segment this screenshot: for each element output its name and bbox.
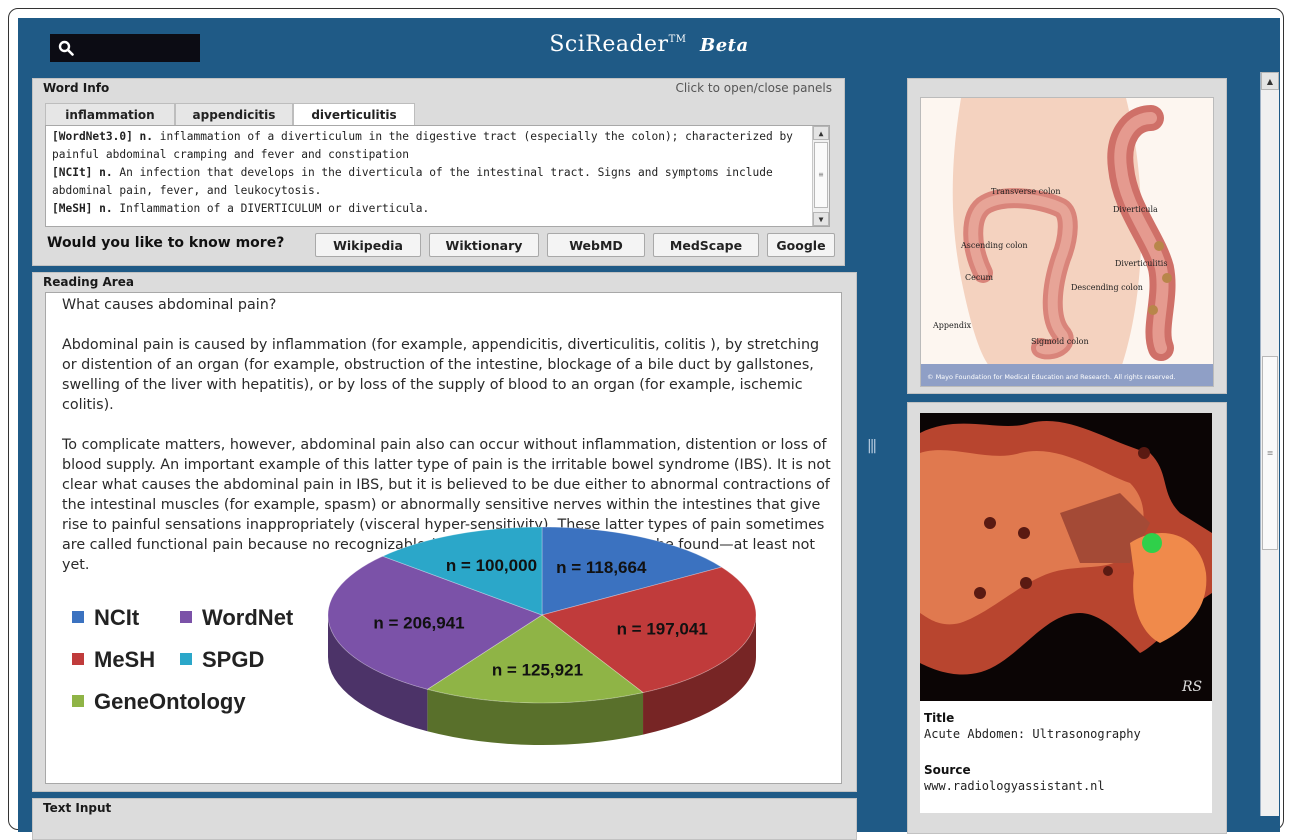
legend-swatch bbox=[72, 695, 84, 707]
scroll-up-arrow-icon[interactable]: ▲ bbox=[813, 126, 829, 140]
legend-swatch bbox=[180, 611, 192, 623]
image-watermark: RS bbox=[1181, 679, 1202, 695]
image-title-value: Acute Abdomen: Ultrasonography bbox=[924, 727, 1141, 741]
diagram-label: Ascending colon bbox=[960, 241, 1028, 250]
app-title: SciReaderTM Beta bbox=[18, 32, 1280, 57]
diagram-label: Cecum bbox=[965, 273, 993, 282]
diagram-label: Diverticulitis bbox=[1115, 259, 1167, 268]
legend-item-wordnet: WordNet bbox=[180, 605, 293, 631]
definition-box: [WordNet3.0] n. inflammation of a divert… bbox=[45, 125, 830, 227]
app-name: SciReader bbox=[549, 32, 669, 57]
legend-item-ncit: NCIt bbox=[72, 605, 139, 631]
pie-label-geneontology: n = 125,921 bbox=[492, 661, 583, 680]
definition-mesh: [MeSH] n. Inflammation of a DIVERTICULUM… bbox=[52, 202, 430, 215]
image-panel-colon: Transverse colon Diverticula Ascending c… bbox=[907, 78, 1227, 394]
tab-appendicitis[interactable]: appendicitis bbox=[175, 103, 293, 127]
image-caption: © Mayo Foundation for Medical Education … bbox=[927, 373, 1176, 381]
legend-item-mesh: MeSH bbox=[72, 647, 155, 673]
reading-area-title[interactable]: Reading Area bbox=[43, 275, 134, 289]
page-scrollbar[interactable]: ▲ ≡ bbox=[1260, 72, 1279, 816]
colon-illustration: Transverse colon Diverticula Ascending c… bbox=[921, 98, 1213, 386]
image-panel-ultrasound: RS Title Acute Abdomen: Ultrasonography … bbox=[907, 402, 1227, 834]
trademark: TM bbox=[668, 34, 687, 45]
text-input-title[interactable]: Text Input bbox=[43, 801, 111, 815]
page-scroll-up-icon[interactable]: ▲ bbox=[1261, 72, 1279, 90]
diagram-label: Descending colon bbox=[1071, 283, 1143, 292]
pie-label-spgd: n = 100,000 bbox=[446, 556, 537, 575]
image-title-label: Title bbox=[924, 711, 955, 725]
pie-label-ncit: n = 118,664 bbox=[556, 558, 647, 577]
definition-wordnet: [WordNet3.0] n. inflammation of a divert… bbox=[52, 130, 793, 161]
panel-resize-handle[interactable]: ||| bbox=[867, 438, 877, 454]
pie-label-mesh: n = 197,041 bbox=[617, 620, 708, 639]
definition-scrollbar[interactable]: ▲ ≡ ▼ bbox=[812, 126, 829, 226]
know-more-label: Would you like to know more? bbox=[47, 235, 285, 251]
wiktionary-button[interactable]: Wiktionary bbox=[429, 233, 539, 257]
google-button[interactable]: Google bbox=[767, 233, 835, 257]
ultrasound-image[interactable]: RS bbox=[920, 413, 1212, 701]
text-input-panel: Text Input bbox=[32, 798, 857, 840]
wikipedia-button[interactable]: Wikipedia bbox=[315, 233, 421, 257]
definition-ncit: [NCIt] n. An infection that develops in … bbox=[52, 166, 773, 197]
workspace: Word Info Click to open/close panels inf… bbox=[18, 72, 1280, 840]
page-scroll-thumb[interactable]: ≡ bbox=[1262, 356, 1278, 550]
reading-content[interactable]: What causes abdominal pain? Abdominal pa… bbox=[45, 292, 842, 784]
webmd-button[interactable]: WebMD bbox=[547, 233, 645, 257]
image-source-link[interactable]: www.radiologyassistant.nl bbox=[924, 779, 1105, 793]
diagram-label: Transverse colon bbox=[991, 187, 1060, 196]
medscape-button[interactable]: MedScape bbox=[653, 233, 759, 257]
image-source-label: Source bbox=[924, 763, 971, 777]
word-info-panel: Word Info Click to open/close panels inf… bbox=[32, 78, 845, 266]
scroll-down-arrow-icon[interactable]: ▼ bbox=[813, 212, 829, 226]
reading-area-panel: Reading Area What causes abdominal pain?… bbox=[32, 272, 857, 792]
beta-badge: Beta bbox=[700, 35, 749, 56]
colon-diagram-image[interactable]: Transverse colon Diverticula Ascending c… bbox=[920, 97, 1214, 387]
diagram-label: Diverticula bbox=[1113, 205, 1158, 214]
legend-swatch bbox=[72, 653, 84, 665]
tab-inflammation[interactable]: inflammation bbox=[45, 103, 175, 127]
diagram-label: Appendix bbox=[932, 321, 972, 330]
legend-item-geneontology: GeneOntology bbox=[72, 689, 246, 715]
ultrasound-card: RS Title Acute Abdomen: Ultrasonography … bbox=[920, 413, 1212, 813]
diagram-label: Sigmoid colon bbox=[1031, 337, 1089, 346]
word-info-title[interactable]: Word Info bbox=[43, 81, 109, 95]
pie-label-wordnet: n = 206,941 bbox=[373, 613, 464, 632]
header-bar: SciReaderTM Beta bbox=[18, 18, 1280, 72]
legend-swatch bbox=[72, 611, 84, 623]
legend-swatch bbox=[180, 653, 192, 665]
panel-toggle-hint: Click to open/close panels bbox=[675, 81, 832, 95]
scroll-thumb[interactable]: ≡ bbox=[814, 142, 828, 208]
legend-item-spgd: SPGD bbox=[180, 647, 264, 673]
